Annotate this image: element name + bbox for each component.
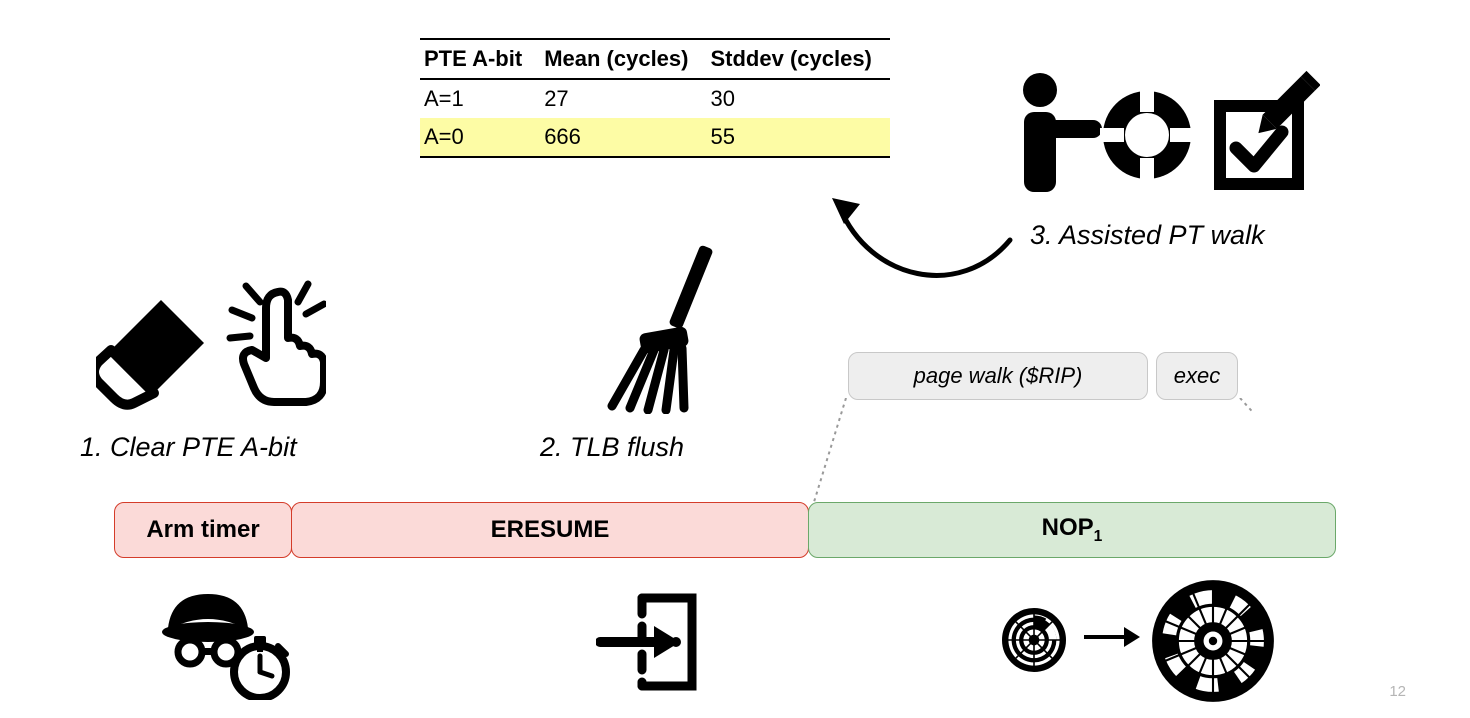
- exec-text: exec: [1174, 363, 1220, 389]
- spy-timer-svg: [162, 590, 292, 700]
- table-header-row: PTE A-bit Mean (cycles) Stddev (cycles): [420, 39, 890, 79]
- eraser-icon: [96, 300, 204, 405]
- pagewalk-callout: page walk ($RIP): [848, 352, 1148, 400]
- timeline-nop: NOP1: [808, 502, 1336, 558]
- step1-svg: [96, 280, 326, 410]
- dartboard-small-icon: [1002, 608, 1066, 677]
- curve-arrow-icon: [830, 190, 1020, 310]
- enter-door-icon: [596, 592, 706, 697]
- broom-icon: [598, 244, 728, 414]
- step1-label: 1. Clear PTE A-bit: [80, 432, 297, 463]
- eresume-text: ERESUME: [491, 516, 610, 544]
- nop-text: NOP1: [1042, 514, 1103, 546]
- table-row: A=1 27 30: [420, 79, 890, 118]
- checkbox-edit-icon: [1220, 71, 1320, 184]
- step3-label: 3. Assisted PT walk: [1030, 220, 1265, 251]
- step3-svg: [1010, 66, 1320, 206]
- step2-icons: [598, 244, 728, 419]
- timeline: Arm timer ERESUME NOP1: [114, 502, 1336, 558]
- exec-callout: exec: [1156, 352, 1238, 400]
- th-mean: Mean (cycles): [540, 39, 706, 79]
- spy-timer-icons: [162, 590, 292, 705]
- pagewalk-text: page walk ($RIP): [914, 363, 1083, 389]
- th-abit: PTE A-bit: [420, 39, 540, 79]
- dartboard-large-icon: [1150, 578, 1276, 709]
- stopwatch-icon: [234, 636, 286, 698]
- page-number: 12: [1389, 683, 1406, 700]
- step1-icons: [96, 280, 326, 415]
- latency-table: PTE A-bit Mean (cycles) Stddev (cycles) …: [420, 38, 890, 158]
- step2-label: 2. TLB flush: [540, 432, 684, 463]
- step3-icons: [1010, 66, 1320, 211]
- arm-timer-text: Arm timer: [146, 516, 259, 544]
- dotted-connectors: [812, 398, 1252, 506]
- th-stddev: Stddev (cycles): [706, 39, 889, 79]
- timeline-arm-timer: Arm timer: [114, 502, 292, 558]
- pointing-hand-icon: [230, 284, 324, 402]
- grow-arrow-icon: [1082, 622, 1142, 660]
- timeline-eresume: ERESUME: [291, 502, 809, 558]
- person-lifebuoy-icon: [1023, 73, 1194, 192]
- table-row: A=0 666 55: [420, 118, 890, 157]
